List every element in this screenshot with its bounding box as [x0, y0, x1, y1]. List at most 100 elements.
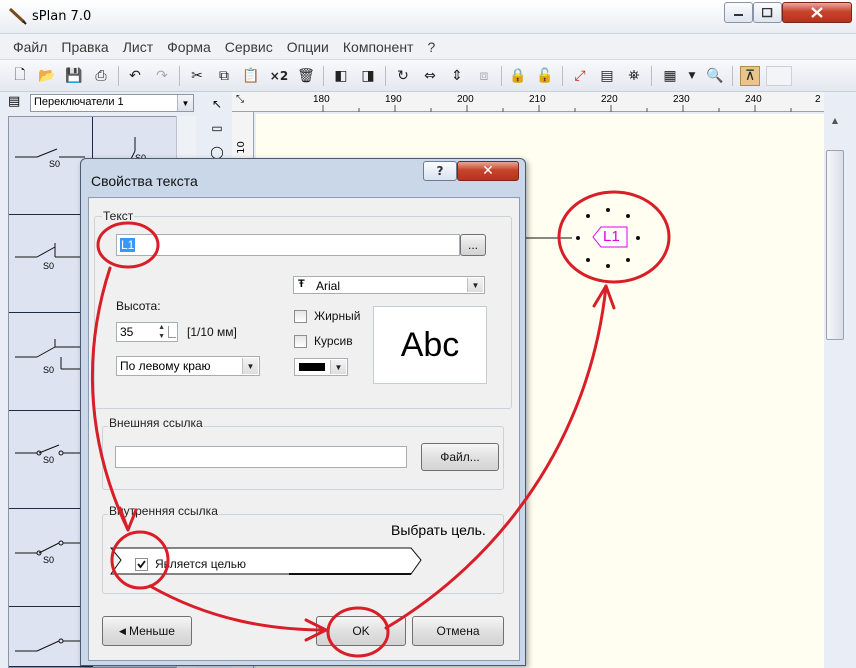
align-icon[interactable]: ⧈ — [474, 66, 494, 86]
menu-component[interactable]: Компонент — [336, 39, 421, 55]
grid-dropdown-icon[interactable]: ▼ — [682, 66, 702, 86]
height-unit: [1/10 мм] — [187, 325, 237, 339]
color-swatch — [299, 363, 325, 371]
italic-checkbox[interactable] — [294, 335, 307, 348]
pointer-icon[interactable]: ↖ — [207, 94, 227, 114]
ruler-label: 10 — [235, 141, 247, 154]
ruler-horizontal: ⤡ 180 190 200 210 220 230 240 2 мм — [232, 92, 837, 112]
less-button[interactable]: ◀ Меньше — [102, 616, 192, 646]
snap-icon[interactable]: ⊼ — [740, 66, 760, 86]
cut-icon[interactable]: ✂ — [187, 66, 207, 86]
copy-icon[interactable]: ⧉ — [214, 66, 234, 86]
menu-bar: Файл Правка Лист Форма Сервис Опции Комп… — [0, 34, 856, 60]
bring-front-icon[interactable]: ◧ — [331, 66, 351, 86]
bold-label: Жирный — [314, 309, 361, 323]
menu-options[interactable]: Опции — [280, 39, 336, 55]
print-icon[interactable]: ⎙ — [91, 66, 111, 86]
preview-text: Abc — [400, 325, 460, 364]
maximize-button[interactable] — [753, 2, 782, 23]
external-link-label: Внешняя ссылка — [108, 416, 204, 430]
height-label: Высота: — [116, 299, 161, 313]
is-target-label: Является целью — [155, 557, 247, 571]
new-file-icon[interactable]: 🗋 — [10, 66, 30, 86]
chevron-down-icon: ▼ — [330, 360, 346, 374]
chevron-down-icon: ▼ — [242, 358, 258, 374]
switch-label: S0 — [43, 455, 55, 465]
scroll-up-icon[interactable]: ▲ — [826, 116, 844, 130]
minimize-button[interactable] — [724, 2, 753, 23]
bold-checkbox[interactable] — [294, 310, 307, 323]
less-button-label: Меньше — [128, 624, 175, 638]
zoom-icon[interactable]: 🔍 — [705, 66, 725, 86]
color-box[interactable] — [766, 66, 792, 86]
mirror-h-icon[interactable]: ⇔ — [420, 66, 440, 86]
chevron-down-icon: ▼ — [177, 95, 193, 111]
external-link-input[interactable] — [115, 446, 407, 468]
selection-handles — [576, 208, 640, 268]
text-group-label: Текст — [102, 209, 135, 223]
switch-label: S0 — [49, 159, 61, 169]
arrow-left-icon: ◀ — [119, 625, 126, 636]
chevron-down-icon: ▼ — [467, 278, 483, 292]
redo-icon[interactable]: ↷ — [152, 66, 172, 86]
switch-label: S0 — [43, 555, 55, 565]
unlock-icon[interactable]: 🔓 — [535, 66, 555, 86]
dialog-close-button[interactable]: ✕ — [457, 161, 519, 181]
menu-help[interactable]: ? — [420, 39, 442, 55]
select-target-link[interactable]: Выбрать цель. — [391, 522, 486, 538]
rotate-icon[interactable]: ↻ — [393, 66, 413, 86]
window-title: sPlan 7.0 — [32, 9, 92, 24]
text-value: L1 — [120, 238, 136, 252]
is-target-checkbox[interactable] — [135, 558, 148, 571]
mirror-v-icon[interactable]: ⇕ — [447, 66, 467, 86]
font-value: Arial — [316, 279, 341, 293]
switch-label: S0 — [43, 261, 55, 271]
rectangle-icon[interactable]: ▭ — [207, 118, 227, 138]
save-icon[interactable]: 💾 — [64, 66, 84, 86]
alignment-select[interactable]: По левому краю ▼ — [116, 356, 260, 376]
app-pen-icon — [8, 7, 28, 28]
send-back-icon[interactable]: ◨ — [358, 66, 378, 86]
alignment-value: По левому краю — [120, 359, 211, 373]
dialog-body: Текст L1 ... Ŧ Arial ▼ Высота: 35 ▲ ▼ [1/… — [88, 197, 520, 661]
grid-icon[interactable]: ▦ — [660, 66, 680, 86]
scroll-thumb[interactable] — [826, 150, 844, 340]
spin-arrows-icon[interactable]: ▲ ▼ — [158, 323, 165, 341]
title-bar: sPlan 7.0 — [0, 0, 856, 34]
font-select[interactable]: Ŧ Arial ▼ — [293, 276, 485, 294]
lock-icon[interactable]: 🔒 — [508, 66, 528, 86]
menu-service[interactable]: Сервис — [218, 39, 280, 55]
internal-link-label: Внутренняя ссылка — [108, 504, 219, 518]
height-value: 35 — [120, 325, 134, 339]
library-select[interactable]: Переключатели 1 ▼ — [30, 94, 194, 112]
dialog-title: Свойства текста — [91, 173, 198, 189]
close-button[interactable] — [782, 2, 852, 23]
paste-icon[interactable]: 📋 — [241, 66, 261, 86]
help-button[interactable]: ? — [423, 161, 457, 181]
connect-icon[interactable]: ⤢ — [570, 66, 590, 86]
truetype-icon: Ŧ — [298, 278, 305, 290]
find-binoculars-icon[interactable]: ⛯ — [624, 66, 644, 86]
menu-shape[interactable]: Форма — [160, 39, 218, 55]
delete-icon[interactable]: 🗑 — [296, 66, 316, 86]
duplicate-button[interactable]: ×2 — [268, 66, 290, 86]
menu-sheet[interactable]: Лист — [116, 39, 160, 55]
text-value-input[interactable]: L1 — [116, 234, 460, 256]
library-icon: ▤ — [8, 94, 21, 109]
list-icon[interactable]: ▤ — [597, 66, 617, 86]
library-selected: Переключатели 1 — [34, 96, 124, 108]
height-stepper[interactable]: 35 ▲ ▼ — [116, 322, 178, 342]
browse-button[interactable]: ... — [460, 234, 486, 256]
file-button[interactable]: Файл... — [421, 443, 499, 471]
italic-label: Курсив — [314, 334, 353, 348]
ok-button[interactable]: OK — [316, 616, 406, 646]
undo-icon[interactable]: ↶ — [125, 66, 145, 86]
menu-edit[interactable]: Правка — [54, 39, 115, 55]
open-folder-icon[interactable]: 📂 — [37, 66, 57, 86]
library-bar: ▤ Переключатели 1 ▼ — [0, 92, 200, 114]
cancel-button[interactable]: Отмена — [412, 616, 504, 646]
color-select[interactable]: ▼ — [294, 358, 348, 376]
menu-file[interactable]: Файл — [6, 39, 54, 55]
text-properties-dialog: Свойства текста ? ✕ Текст L1 ... Ŧ Arial… — [80, 158, 526, 666]
switch-label: S0 — [43, 365, 55, 375]
